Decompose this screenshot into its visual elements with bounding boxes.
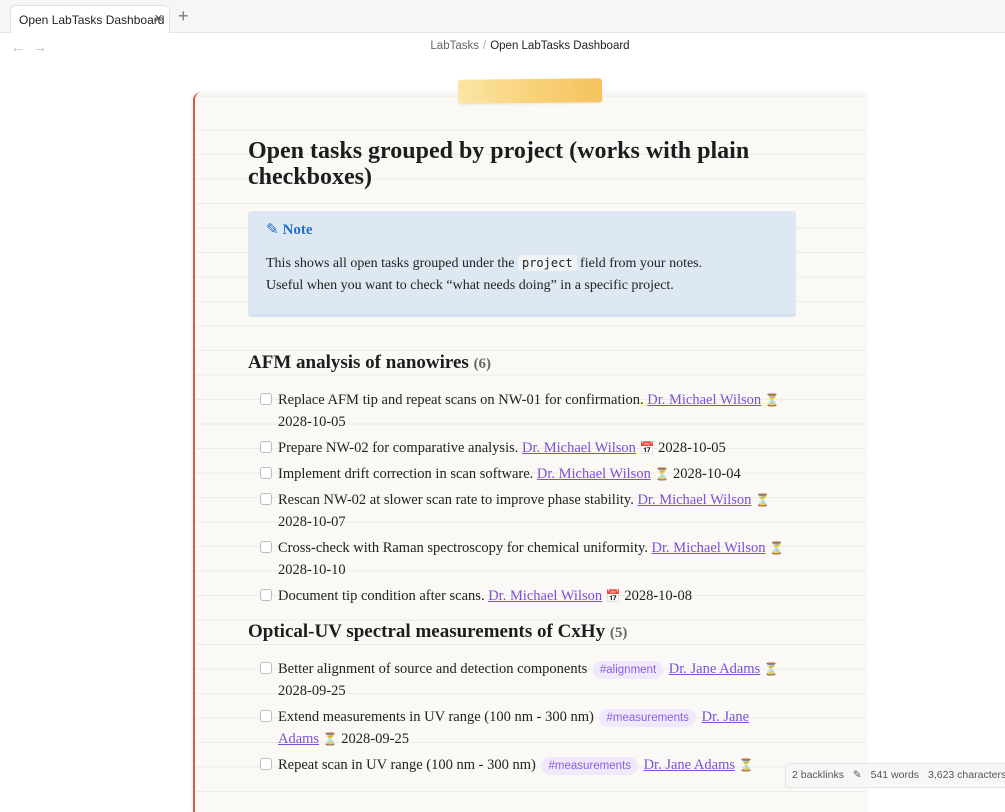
group-heading-afm: AFM analysis of nanowires (6) — [248, 352, 492, 373]
page-title: Open tasks grouped by project (works wit… — [248, 138, 750, 190]
task-item: Implement drift correction in scan softw… — [260, 463, 805, 485]
task-date: 2028-10-05 — [658, 440, 726, 456]
person-link[interactable]: Dr. Michael Wilson — [647, 392, 761, 408]
callout-line-1: This shows all open tasks grouped under … — [266, 255, 703, 271]
task-checkbox[interactable] — [260, 541, 272, 553]
group-heading-optical-uv: Optical-UV spectral measurements of CxHy… — [248, 621, 628, 642]
tag-measurements[interactable]: #measurements — [541, 757, 638, 775]
callout-title: ✎ Note — [266, 222, 313, 238]
character-count: 3,623 characters — [927, 769, 1005, 781]
task-checkbox[interactable] — [260, 662, 272, 674]
person-link[interactable]: Dr. Jane Adams — [644, 757, 735, 773]
group-count: (6) — [473, 356, 492, 372]
calendar-icon: 📅 — [605, 589, 621, 603]
person-link[interactable]: Dr. Jane — [702, 709, 750, 725]
task-checkbox[interactable] — [260, 493, 272, 505]
breadcrumb: LabTasks / Open LabTasks Dashboard — [0, 40, 1005, 52]
calendar-icon: 📅 — [639, 441, 655, 455]
tab-title: Open LabTasks Dashboard — [19, 13, 165, 27]
task-item: Replace AFM tip and repeat scans on NW-0… — [260, 389, 805, 433]
navigation-bar: ← → LabTasks / Open LabTasks Dashboard — [0, 33, 1005, 61]
tape-decoration — [457, 78, 603, 104]
task-date: 2028-10-07 — [278, 514, 346, 530]
task-date: 2028-09-25 — [341, 731, 409, 747]
task-date: 2028-10-05 — [278, 414, 346, 430]
task-item: Better alignment of source and detection… — [260, 658, 805, 702]
edit-icon[interactable]: ✎ — [853, 769, 862, 781]
hourglass-icon: ⏳ — [738, 758, 754, 772]
hourglass-icon: ⏳ — [769, 541, 785, 555]
task-date: 2028-10-04 — [673, 466, 741, 482]
task-checkbox[interactable] — [260, 467, 272, 479]
hourglass-icon: ⏳ — [755, 493, 770, 507]
new-tab-icon[interactable]: + — [178, 6, 189, 27]
callout-body: This shows all open tasks grouped under … — [266, 252, 786, 297]
person-link[interactable]: Adams — [278, 731, 319, 747]
tag-measurements[interactable]: #measurements — [599, 709, 696, 727]
task-checkbox[interactable] — [260, 441, 272, 453]
person-link[interactable]: Dr. Michael Wilson — [537, 466, 651, 482]
task-checkbox[interactable] — [260, 393, 272, 405]
note-callout: ✎ Note This shows all open tasks grouped … — [248, 211, 796, 317]
task-checkbox[interactable] — [260, 589, 272, 601]
tab-open-labtasks-dashboard[interactable]: Open LabTasks Dashboard × — [10, 5, 170, 34]
breadcrumb-separator: / — [483, 40, 487, 52]
pencil-icon: ✎ — [266, 222, 279, 238]
task-item: Extend measurements in UV range (100 nm … — [260, 706, 805, 750]
breadcrumb-parent[interactable]: LabTasks — [430, 40, 479, 52]
hourglass-icon: ⏳ — [764, 393, 780, 407]
person-link[interactable]: Dr. Jane Adams — [669, 661, 760, 677]
hourglass-icon: ⏳ — [763, 662, 779, 676]
task-checkbox[interactable] — [260, 758, 272, 770]
task-item: Prepare NW-02 for comparative analysis. … — [260, 437, 805, 459]
task-date: 2028-09-25 — [278, 683, 346, 699]
note-paper: Open tasks grouped by project (works wit… — [193, 92, 865, 812]
breadcrumb-current[interactable]: Open LabTasks Dashboard — [490, 40, 629, 52]
person-link[interactable]: Dr. Michael Wilson — [652, 540, 766, 556]
note-content: Open tasks grouped by project (works wit… — [248, 138, 808, 775]
task-item: Cross-check with Raman spectroscopy for … — [260, 537, 805, 581]
person-link[interactable]: Dr. Michael Wilson — [488, 588, 602, 604]
inline-code: project — [517, 255, 577, 271]
close-icon[interactable]: × — [154, 10, 163, 27]
word-count: 541 words — [870, 769, 920, 781]
hourglass-icon: ⏳ — [654, 467, 670, 481]
person-link[interactable]: Dr. Michael Wilson — [522, 440, 636, 456]
backlinks-count[interactable]: 2 backlinks — [792, 769, 844, 781]
task-item: Rescan NW-02 at slower scan rate to impr… — [260, 489, 805, 533]
task-date: 2028-10-08 — [624, 588, 693, 604]
callout-line-2: Useful when you want to check “what need… — [266, 278, 674, 293]
hourglass-icon: ⏳ — [322, 732, 338, 746]
status-bar: 2 backlinks ✎ 541 words 3,623 characters — [785, 763, 1005, 788]
task-checkbox[interactable] — [260, 710, 272, 722]
person-link[interactable]: Dr. Michael Wilson — [637, 492, 751, 508]
task-item: Document tip condition after scans. Dr. … — [260, 585, 805, 607]
tag-alignment[interactable]: #alignment — [592, 661, 664, 679]
tab-bar: Open LabTasks Dashboard × + — [0, 0, 1005, 34]
task-item: Repeat scan in UV range (100 nm - 300 nm… — [260, 754, 805, 776]
task-date: 2028-10-10 — [278, 562, 346, 578]
group-count: (5) — [609, 625, 628, 641]
